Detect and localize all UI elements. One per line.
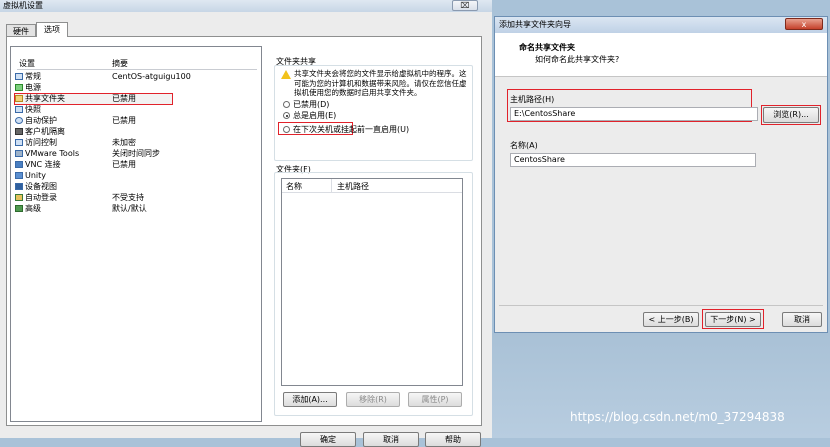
browse-button[interactable]: 浏览(R)... (763, 107, 819, 123)
wizard-heading: 命名共享文件夹 (519, 43, 575, 52)
access-control-icon (15, 139, 23, 146)
wizard-header: 命名共享文件夹 如何命名此共享文件夹? (495, 33, 827, 77)
settings-row-autologin[interactable]: 自动登录 不受支持 (15, 193, 259, 203)
settings-row-device-view[interactable]: 设备视图 (15, 182, 259, 192)
column-separator (331, 179, 332, 192)
back-button[interactable]: < 上一步(B) (643, 312, 699, 327)
autologin-icon (15, 194, 23, 201)
snapshot-icon (15, 106, 23, 113)
settings-row-isolation[interactable]: 客户机隔离 (15, 127, 259, 137)
cancel-button[interactable]: 取消 (363, 432, 419, 447)
settings-row-snapshot[interactable]: 快照 (15, 105, 259, 115)
power-icon (15, 84, 23, 91)
column-header-name[interactable]: 名称 (286, 181, 302, 192)
folders-table[interactable]: 名称 主机路径 (281, 178, 463, 386)
settings-row-autoprotect[interactable]: 自动保护 已禁用 (15, 116, 259, 126)
vmware-tools-icon (15, 150, 23, 157)
radio-always-enabled[interactable]: 总是启用(E) (283, 111, 336, 121)
column-header-summary: 摘要 (112, 59, 128, 68)
settings-row-power[interactable]: 电源 (15, 83, 259, 93)
settings-row-vmware-tools[interactable]: VMware Tools 关闭时间同步 (15, 149, 259, 159)
close-button[interactable]: x (785, 18, 823, 30)
header-divider (282, 192, 462, 193)
divider (499, 305, 823, 306)
radio-disabled[interactable]: 已禁用(D) (283, 100, 329, 110)
radio-circle (283, 126, 290, 133)
add-folder-button[interactable]: 添加(A)... (283, 392, 337, 407)
general-icon (15, 73, 23, 80)
wizard-title: 添加共享文件夹向导 (499, 20, 571, 29)
autoprotect-icon (15, 117, 23, 124)
warning-text: 共享文件夹会将您的文件显示给虚拟机中的程序。这可能为您的计算机和数据带来风险。请… (294, 69, 467, 97)
name-field[interactable]: CentosShare (510, 153, 756, 167)
host-path-label: 主机路径(H) (510, 95, 555, 104)
settings-row-general[interactable]: 常规 CentOS-atguigu100 (15, 72, 259, 82)
vnc-icon (15, 161, 23, 168)
settings-row-advanced[interactable]: 高级 默认/默认 (15, 204, 259, 214)
host-path-field[interactable]: E:\CentosShare (510, 107, 758, 121)
properties-button[interactable]: 属性(P) (408, 392, 462, 407)
radio-circle-selected (283, 112, 290, 119)
advanced-icon (15, 205, 23, 212)
name-label: 名称(A) (510, 141, 538, 150)
next-button[interactable]: 下一步(N) > (705, 312, 761, 327)
isolation-icon (15, 128, 23, 135)
tab-options[interactable]: 选项 (36, 22, 68, 37)
remove-folder-button[interactable]: 移除(R) (346, 392, 400, 407)
add-shared-folder-wizard: 添加共享文件夹向导 x 命名共享文件夹 如何命名此共享文件夹? 主机路径(H) … (494, 16, 828, 333)
device-view-icon (15, 183, 23, 190)
ok-button[interactable]: 确定 (300, 432, 356, 447)
wizard-subheading: 如何命名此共享文件夹? (535, 55, 620, 64)
column-header-host-path[interactable]: 主机路径 (337, 181, 369, 192)
vm-settings-titlebar: 虚拟机设置 ⌧ (0, 0, 492, 12)
settings-row-vnc[interactable]: VNC 连接 已禁用 (15, 160, 259, 170)
watermark-text: https://blog.csdn.net/m0_37294838 (570, 410, 785, 424)
warning-icon (281, 70, 291, 79)
settings-row-access-control[interactable]: 访问控制 未加密 (15, 138, 259, 148)
radio-circle (283, 101, 290, 108)
settings-row-unity[interactable]: Unity (15, 171, 259, 181)
close-button[interactable]: ⌧ (452, 0, 478, 11)
help-button[interactable]: 帮助 (425, 432, 481, 447)
header-divider (17, 69, 257, 70)
radio-until-poweroff[interactable]: 在下次关机或挂起前一直启用(U) (283, 125, 409, 135)
unity-icon (15, 172, 23, 179)
column-header-setting: 设置 (19, 59, 35, 68)
vm-settings-dialog: 虚拟机设置 ⌧ 硬件 选项 设置 摘要 常规 CentOS-atguigu100 … (0, 0, 492, 447)
vm-settings-title: 虚拟机设置 (3, 1, 43, 10)
wizard-cancel-button[interactable]: 取消 (782, 312, 822, 327)
wizard-titlebar: 添加共享文件夹向导 x (495, 17, 827, 33)
shared-folder-icon (15, 95, 23, 102)
settings-row-shared-folders[interactable]: 共享文件夹 已禁用 (14, 93, 173, 105)
vm-settings-body: 硬件 选项 设置 摘要 常规 CentOS-atguigu100 电源 共享文件夹… (0, 12, 492, 447)
settings-list: 设置 摘要 常规 CentOS-atguigu100 电源 共享文件夹 已禁用 快照… (10, 46, 262, 422)
